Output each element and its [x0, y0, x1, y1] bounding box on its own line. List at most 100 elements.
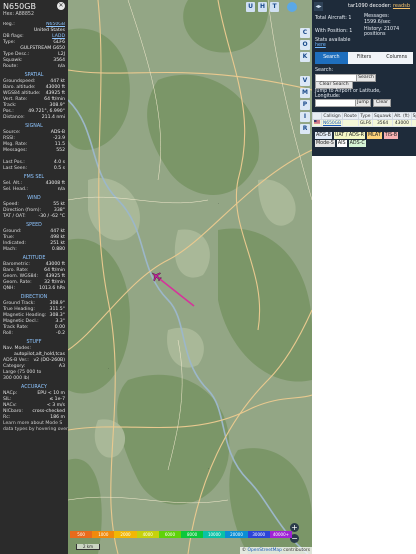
column-header[interactable]: Alt. (ft) [392, 112, 412, 120]
scale-bar: 2 km [76, 544, 100, 550]
table-row[interactable]: N650GB GLF6 3564 43000 [312, 119, 416, 127]
info-label: QNH: [3, 286, 16, 291]
footer-note-2: data types by hovering over [3, 427, 68, 432]
source-legend-item: ADS-C [348, 140, 366, 147]
attribution-suffix: contributors [281, 548, 310, 553]
search-button[interactable]: Search [356, 74, 376, 82]
column-header[interactable]: Route [342, 112, 359, 120]
button-u[interactable]: U [246, 2, 255, 12]
jump-button[interactable]: Jump [355, 99, 371, 107]
svg-text:·: · [108, 366, 109, 371]
info-label: Messages: [3, 148, 28, 153]
info-rows: Reg.: N650GB United States DB flags: LADD Typ… [0, 22, 68, 70]
aircraft-header: N650GB Hex: A88852 ✕ [0, 0, 68, 22]
button-i[interactable]: I [300, 112, 310, 122]
tab-search[interactable]: Search [315, 52, 348, 64]
info-row: Sel. Head.: n/a [0, 187, 68, 193]
column-header[interactable] [312, 112, 322, 120]
section-header: FMS SEL [23, 175, 45, 180]
total-aircraft: Total Aircraft: 1 [315, 16, 352, 21]
info-label: Type: [3, 40, 16, 45]
arrows-icon[interactable]: ◂▸ [314, 2, 323, 11]
info-value: 0.5 s [53, 166, 65, 171]
aircraft-table: CallsignRouteTypeSquawkAlt. (ft)Spd N650… [312, 112, 416, 127]
altitude-legend-item: 20000 [225, 531, 248, 538]
button-c[interactable]: C [300, 28, 310, 38]
source-legend-2: Mode-S AIS ADS-C [315, 140, 368, 147]
altitude-legend-item: 500 [70, 531, 93, 538]
info-row: TAT / OAT: -30 / -62 °C [0, 214, 68, 220]
altitude-legend-item: 4000 [136, 531, 159, 538]
map-canvas[interactable]: · · · [68, 0, 312, 554]
tab-columns[interactable]: Columns [380, 52, 413, 64]
info-value: n/a [57, 187, 65, 192]
altitude-legend-item: 10000 [203, 531, 226, 538]
right-sidebar: ◂▸ tar1090 decoder: readsb Total Aircraf… [312, 0, 416, 554]
info-value: 211.4 nmi [41, 115, 65, 120]
attribution-link[interactable]: OpenStreetMap [248, 548, 282, 553]
info-value: 1013.6 hPa [39, 286, 65, 291]
source-legend-item: TIS-B [383, 132, 398, 139]
tab-filters[interactable]: Filters [348, 52, 381, 64]
layers-icon[interactable] [287, 2, 297, 12]
info-label: Route: [3, 64, 18, 69]
info-row: Mach: 0.880 [0, 247, 68, 253]
source-legend-1: ADS-B UAT / ADS-R MLAT TIS-B [315, 132, 400, 139]
svg-text:·: · [218, 201, 219, 206]
aircraft-info-panel: N650GB Hex: A88852 ✕ Reg.: N650GB United S… [0, 0, 68, 554]
button-r[interactable]: R [300, 124, 310, 134]
info-row: 300 000 lb) [0, 376, 68, 382]
info-value: -0.2 [56, 331, 65, 336]
info-value: n/a [57, 64, 65, 69]
column-header[interactable]: Spd [410, 112, 416, 120]
close-icon[interactable]: ✕ [57, 2, 65, 10]
info-label: Sel. Head.: [3, 187, 28, 192]
altitude-legend-item: 1000 [92, 531, 115, 538]
altitude-legend-item: 2000 [114, 531, 137, 538]
info-row: Route: n/a [0, 64, 68, 70]
button-m[interactable]: M [300, 88, 310, 98]
button-h[interactable]: H [258, 2, 267, 12]
info-value: 552 [56, 148, 65, 153]
button-t[interactable]: T [270, 2, 279, 12]
altitude-legend: 500 1000 2000 4000 6000 8000 10000 20000 30000 40… [70, 531, 293, 538]
clear-button[interactable]: Clear [373, 99, 391, 107]
button-v[interactable]: V [300, 76, 310, 86]
sidebar-tabs: Search Filters Columns [315, 52, 413, 64]
table-header-row: CallsignRouteTypeSquawkAlt. (ft)Spd [312, 112, 416, 120]
info-label: Last Seen: [3, 166, 28, 171]
button-k[interactable]: K [300, 52, 310, 62]
info-label: TAT / OAT: [3, 214, 26, 219]
source-legend-item: UAT / ADS-R [333, 132, 365, 139]
clear-search-button[interactable]: Clear Search [315, 81, 353, 89]
info-value: A3 [58, 364, 65, 369]
stats-link[interactable]: here [315, 43, 326, 49]
source-legend-item: ADS-B [315, 132, 332, 139]
button-o[interactable]: O [300, 40, 310, 50]
column-header[interactable]: Type [357, 112, 374, 120]
history-positions: positions [364, 32, 386, 37]
button-p[interactable]: P [300, 100, 310, 110]
aircraft-callsign: N650GB [3, 2, 36, 11]
table-cell [410, 119, 416, 127]
altitude-legend-item: 6000 [158, 531, 182, 538]
section-header: ACCURACY [21, 385, 47, 390]
jump-label: Jump to Airport or Latitude, Longitude: [315, 89, 381, 99]
info-label: Roll: [3, 331, 13, 336]
info-value-link[interactable]: N650GB [46, 22, 65, 27]
info-label: Reg.: [3, 22, 15, 27]
info-row: QNH: 1013.6 hPa [0, 286, 68, 292]
info-sections: SPATIAL Groundspeed: 447 kt Baro. altitude:… [0, 72, 68, 421]
info-label: 300 000 lb) [3, 376, 30, 381]
map-view[interactable]: · · · U H T C O K V M P I R + − 500 1000 2… [68, 0, 312, 554]
version-info: tar1090 decoder: readsb [348, 3, 410, 9]
version-link[interactable]: readsb [393, 3, 410, 9]
info-value-link[interactable]: LADD [52, 34, 65, 39]
table-cell: GLF6 [357, 119, 374, 127]
info-value: -30 / -62 °C [38, 214, 65, 219]
table-body: N650GB GLF6 3564 43000 [312, 119, 416, 127]
column-header[interactable]: Squawk [372, 112, 394, 120]
altitude-legend-item: 30000 [247, 531, 270, 538]
column-header[interactable]: Callsign [320, 112, 344, 120]
altitude-legend-item: 40000+ [269, 531, 293, 538]
